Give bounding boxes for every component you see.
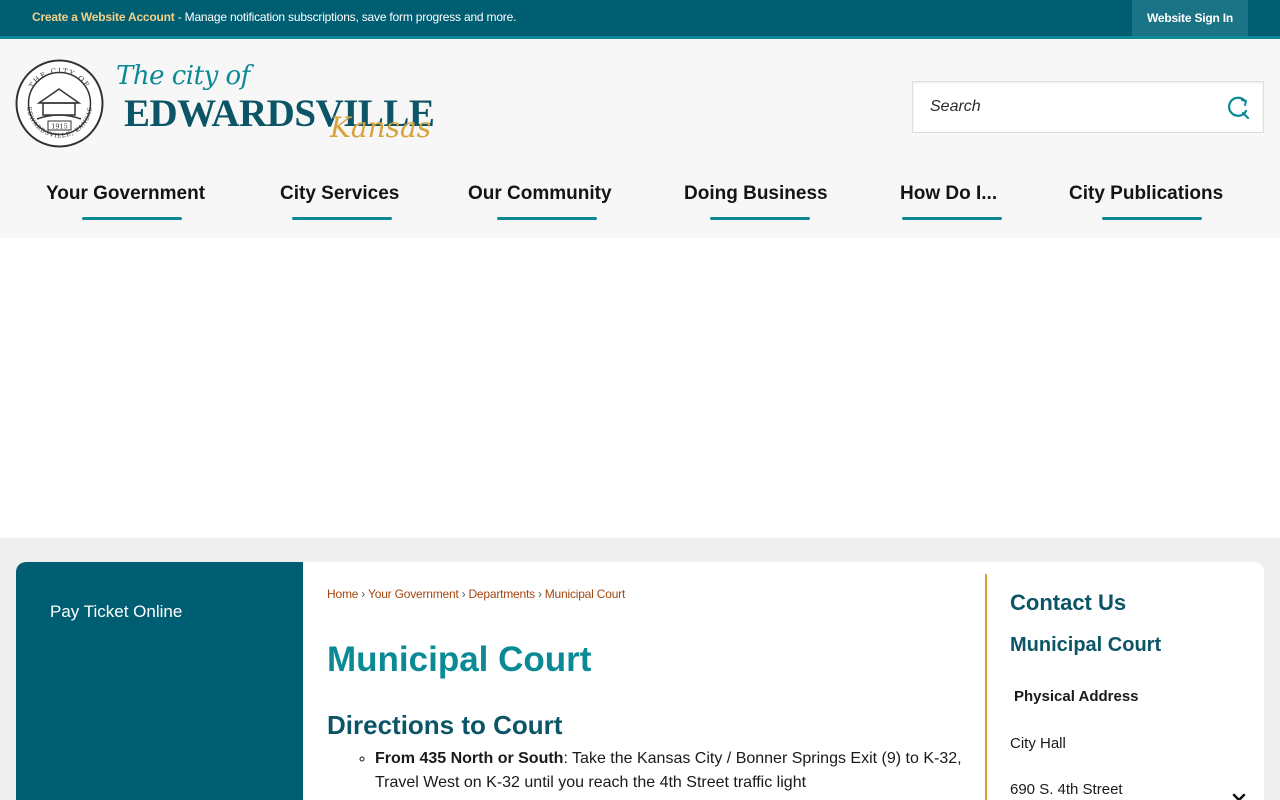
list-item: From 435 North or South: Take the Kansas… — [375, 747, 965, 795]
nav-underline — [710, 217, 810, 220]
contact-department[interactable]: Municipal Court — [1010, 634, 1161, 657]
contact-panel: Contact Us Municipal Court Physical Addr… — [1010, 562, 1260, 800]
nav-item-label: Your Government — [46, 183, 206, 204]
section-title-directions: Directions to Court — [327, 710, 563, 740]
search-icon[interactable] — [1225, 95, 1251, 121]
address-line-2: 690 S. 4th Street — [1010, 781, 1123, 798]
search-box — [912, 81, 1264, 133]
breadcrumb-home[interactable]: Home — [327, 587, 358, 601]
nav-our-community[interactable]: Our Community — [468, 183, 612, 223]
site-header: THE CITY OF EDWARDSVILLE, KANSAS 1915 Th… — [0, 39, 1280, 238]
nav-underline — [902, 217, 1002, 220]
nav-your-government[interactable]: Your Government — [46, 183, 205, 223]
sidebar-item-pay-ticket-online[interactable]: Pay Ticket Online — [50, 602, 182, 622]
hero-banner — [0, 238, 1280, 538]
top-utility-bar: Create a Website Account - Manage notifi… — [0, 0, 1280, 36]
nav-item-label: How Do I... — [900, 183, 998, 204]
close-icon[interactable] — [1232, 790, 1248, 800]
contact-title: Contact Us — [1010, 590, 1127, 615]
contact-divider — [985, 574, 987, 800]
direction-origin: From 435 North or South — [375, 750, 564, 767]
nav-how-do-i[interactable]: How Do I... — [900, 183, 1002, 223]
nav-item-label: City Services — [280, 183, 400, 204]
website-sign-in-button[interactable]: Website Sign In — [1132, 0, 1248, 36]
nav-underline — [292, 217, 392, 220]
nav-underline — [497, 217, 597, 220]
main-navigation: Your Government City Services Our Commun… — [0, 179, 1280, 229]
nav-city-publications[interactable]: City Publications — [1069, 183, 1223, 223]
nav-underline — [82, 217, 182, 220]
address-label: Physical Address — [1014, 688, 1139, 705]
city-seal-icon: THE CITY OF EDWARDSVILLE, KANSAS 1915 — [15, 59, 104, 148]
nav-underline — [1102, 217, 1202, 220]
create-account-description: - Manage notification subscriptions, sav… — [174, 10, 517, 24]
account-message: Create a Website Account - Manage notifi… — [32, 10, 516, 24]
breadcrumb-separator: › — [537, 587, 542, 601]
breadcrumb-separator: › — [461, 587, 466, 601]
address-line-1: City Hall — [1010, 735, 1066, 752]
secondary-sidebar: Pay Ticket Online — [16, 562, 303, 800]
breadcrumb: Home › Your Government › Departments › Municip… — [327, 587, 625, 601]
nav-doing-business[interactable]: Doing Business — [684, 183, 828, 223]
logo-state: Kansas — [330, 111, 432, 144]
directions-list: From 435 North or South: Take the Kansas… — [375, 747, 965, 795]
page-title: Municipal Court — [327, 640, 592, 679]
content-card: Pay Ticket Online Home › Your Government › D… — [16, 562, 1264, 800]
breadcrumb-municipal-court[interactable]: Municipal Court — [545, 587, 626, 601]
breadcrumb-departments[interactable]: Departments — [468, 587, 535, 601]
seal-year: 1915 — [51, 123, 68, 131]
nav-item-label: Our Community — [468, 183, 612, 204]
breadcrumb-your-government[interactable]: Your Government — [368, 587, 459, 601]
create-account-link[interactable]: Create a Website Account — [32, 10, 175, 24]
nav-item-label: City Publications — [1069, 183, 1224, 204]
logo-the-city-of: The city of — [116, 61, 250, 91]
nav-item-label: Doing Business — [684, 183, 828, 204]
main-content: Home › Your Government › Departments › Municip… — [327, 562, 987, 800]
search-input[interactable] — [913, 82, 1213, 132]
breadcrumb-separator: › — [361, 587, 366, 601]
city-seal-logo[interactable]: THE CITY OF EDWARDSVILLE, KANSAS 1915 — [15, 59, 104, 148]
nav-city-services[interactable]: City Services — [280, 183, 399, 223]
